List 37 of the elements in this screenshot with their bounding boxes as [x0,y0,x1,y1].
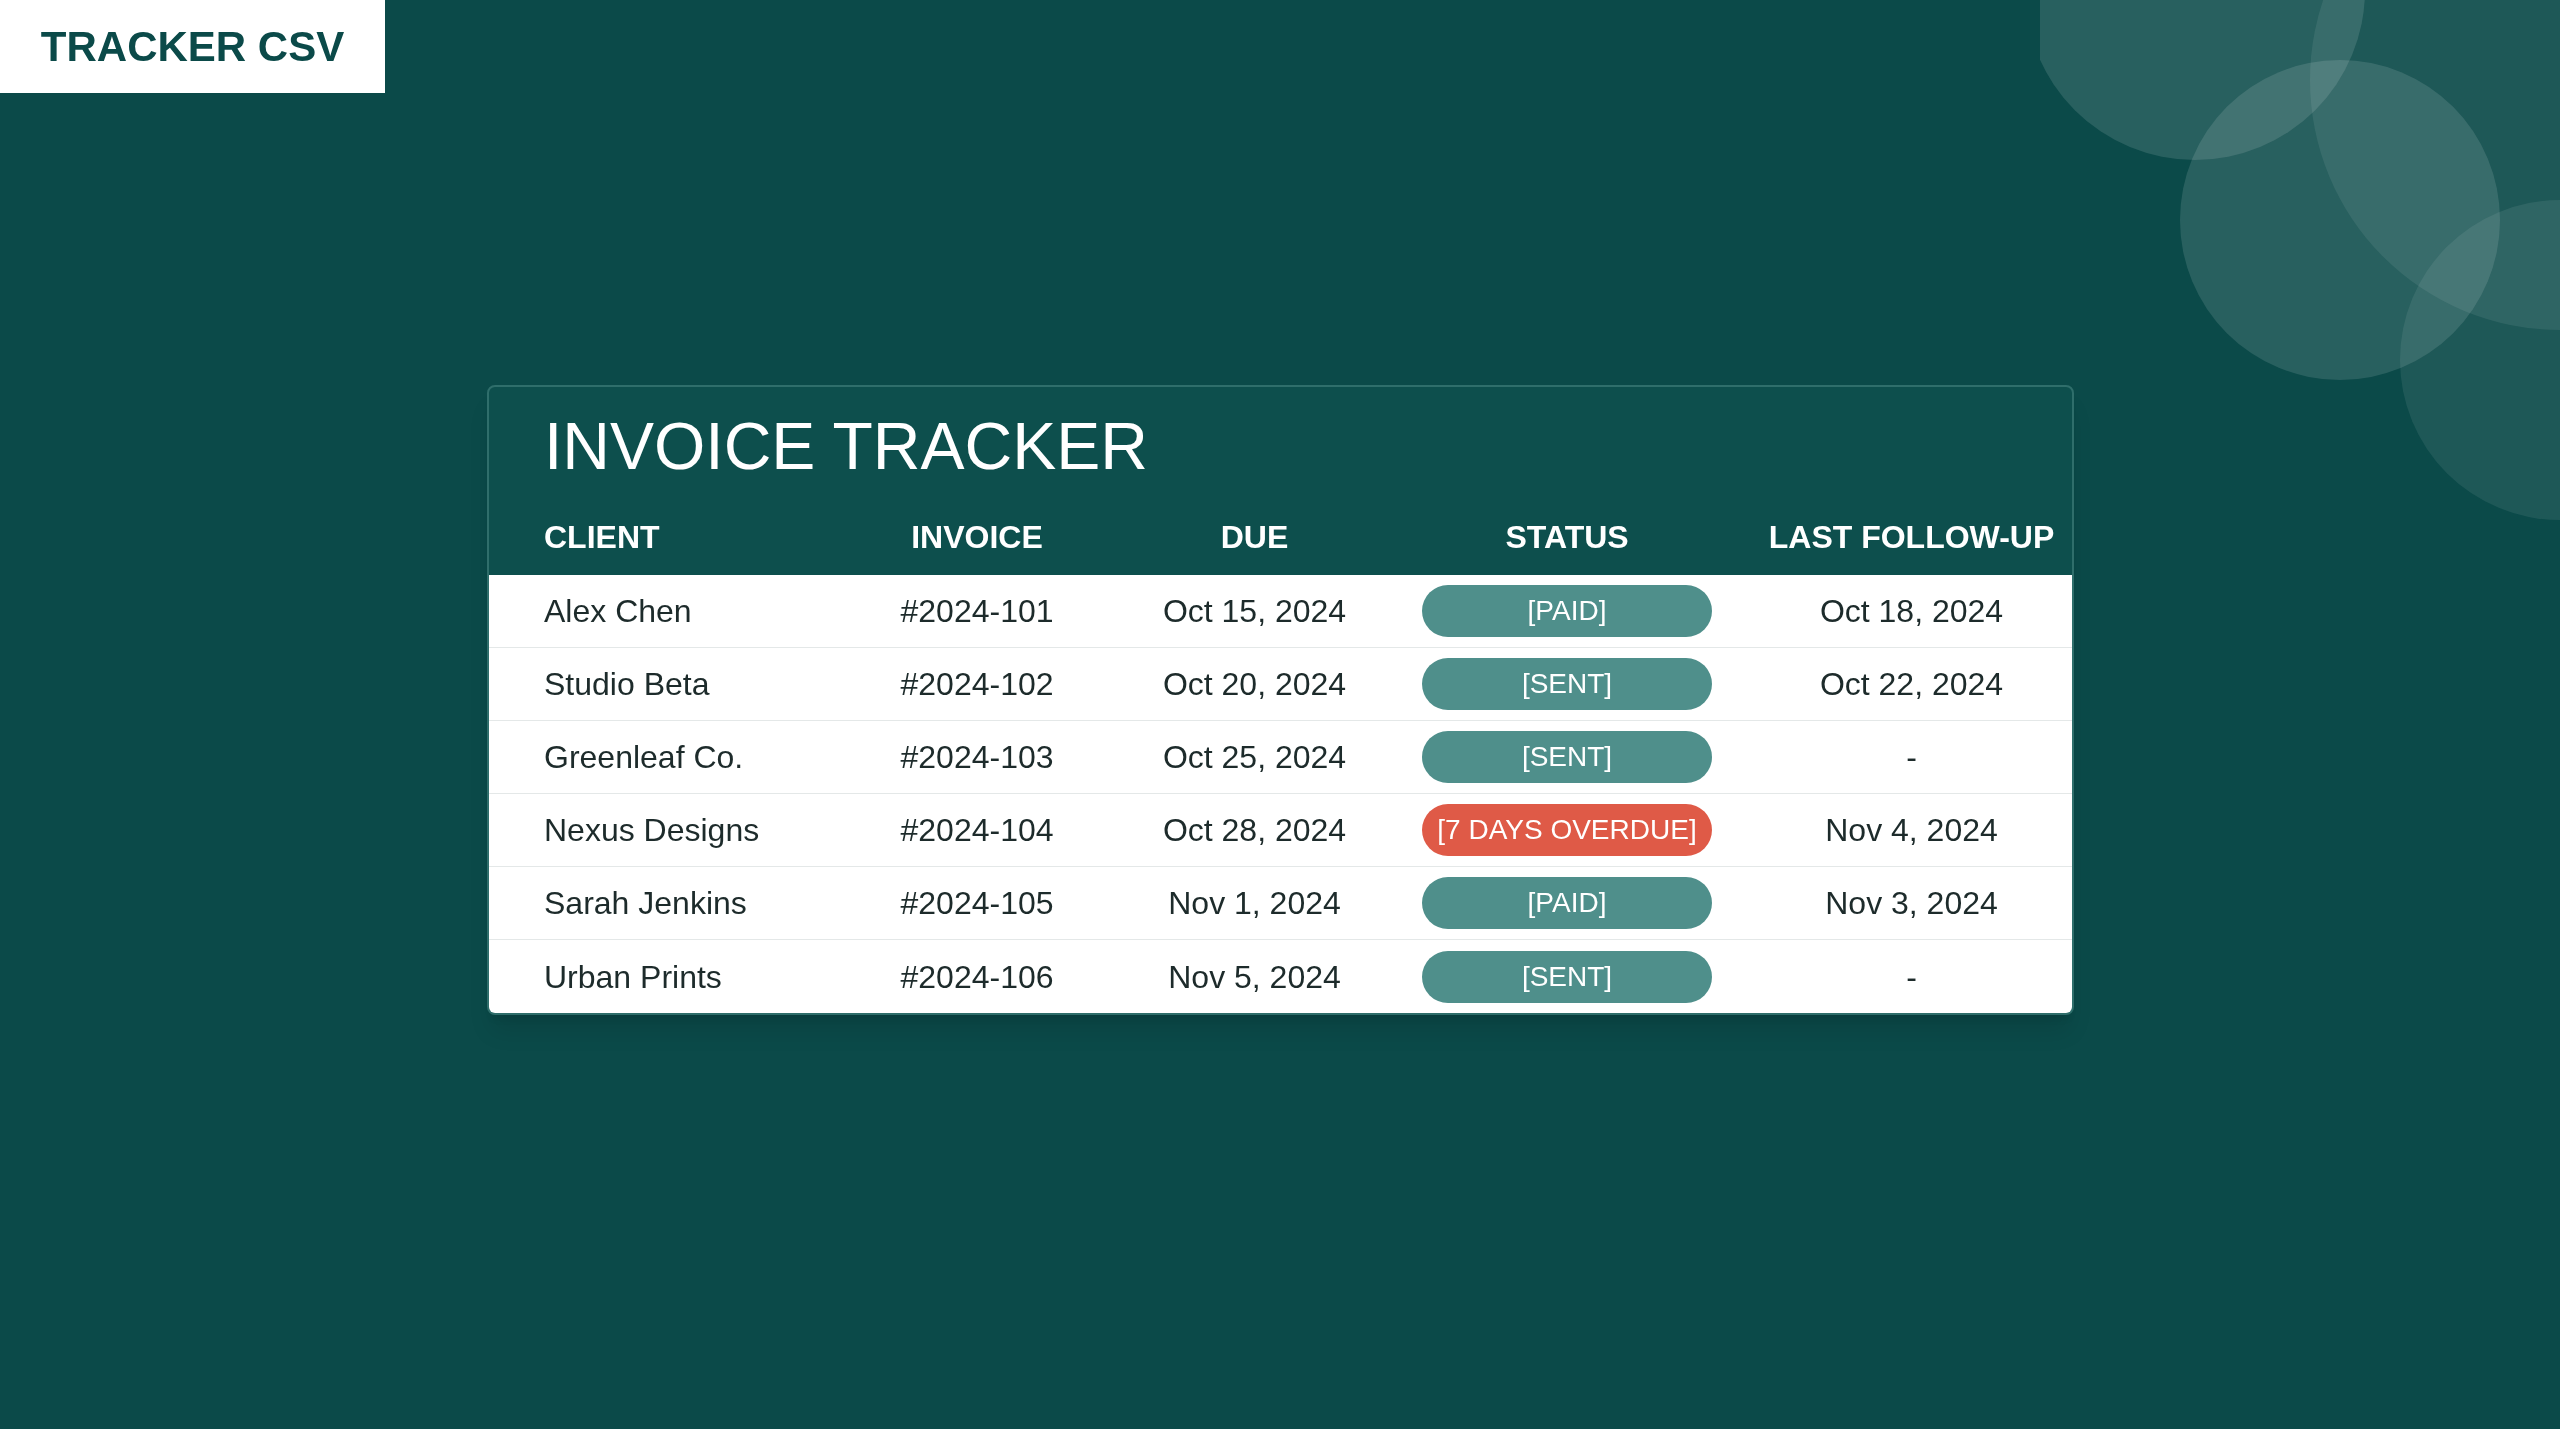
client-name: Nexus Designs [544,812,760,848]
client-name: Sarah Jenkins [544,885,747,921]
invoice-number: #2024-103 [900,738,1054,777]
follow-up-date: Oct 18, 2024 [1819,592,2004,631]
follow-up-date: Oct 22, 2024 [1819,665,2004,704]
invoice-number: #2024-104 [900,811,1054,850]
corner-label: TRACKER CSV [0,0,385,93]
due-date: Oct 28, 2024 [1162,811,1347,850]
due-date: Oct 25, 2024 [1162,738,1347,777]
client-name: Greenleaf Co. [544,739,744,775]
card-title: INVOICE TRACKER [544,413,1148,479]
column-header: CLIENT [544,519,660,555]
column-header: DUE [1220,518,1289,557]
due-date: Oct 15, 2024 [1162,592,1347,631]
invoice-number: #2024-105 [900,884,1054,923]
due-date: Nov 1, 2024 [1168,884,1341,923]
due-date: Oct 20, 2024 [1162,665,1347,704]
column-header: INVOICE [911,518,1043,557]
status-badge: [SENT] [1422,731,1712,783]
invoice-number: #2024-106 [900,957,1054,997]
follow-up-date: Nov 4, 2024 [1825,811,1998,850]
status-badge: [SENT] [1422,950,1712,1003]
client-name: Alex Chen [544,593,692,629]
status-badge: [PAID] [1422,877,1712,929]
follow-up-date: - [1906,738,1917,777]
status-badge: [7 DAYS OVERDUE] [1422,804,1712,856]
follow-up-date: - [1906,957,1917,997]
invoice-number: #2024-101 [900,592,1054,631]
status-badge: [PAID] [1422,585,1712,637]
column-header: STATUS [1505,518,1629,557]
client-name: Studio Beta [544,666,710,702]
due-date: Nov 5, 2024 [1168,957,1341,997]
follow-up-date: Nov 3, 2024 [1825,884,1998,923]
status-badge: [SENT] [1422,658,1712,710]
client-name: Urban Prints [544,958,722,995]
invoice-number: #2024-102 [900,665,1054,704]
column-header: LAST FOLLOW-UP [1768,518,2055,557]
